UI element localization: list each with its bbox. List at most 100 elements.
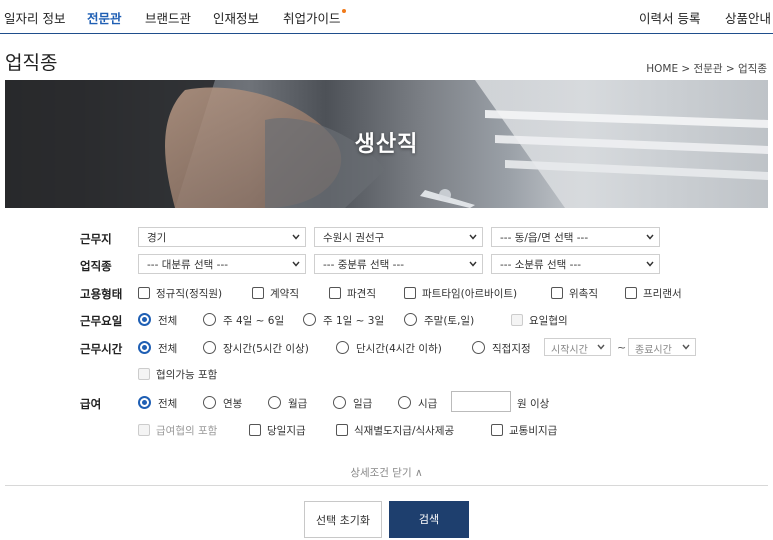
job-major-value: --- 대분류 선택 ---	[147, 259, 229, 271]
radio	[203, 313, 216, 326]
employment-option-parttime[interactable]: 파트타임(아르바이트)	[404, 286, 517, 301]
time-range-tilde: ~	[617, 341, 627, 354]
employment-option-label: 프리랜서	[643, 288, 682, 300]
work-hours-option-label: 단시간(4시간 이하)	[356, 343, 442, 355]
reset-button[interactable]: 선택 초기화	[304, 501, 382, 538]
meal-provided-checkbox[interactable]: 식재별도지급/식사제공	[336, 423, 454, 438]
salary-option-daily[interactable]: 일급	[333, 396, 372, 411]
hours-negotiable-label: 협의가능 포함	[156, 369, 218, 381]
banner-title: 생산직	[354, 132, 419, 157]
chevron-down-icon	[292, 234, 300, 240]
location-city-select[interactable]: 수원시 권선구	[314, 227, 483, 247]
employment-option-label: 위촉직	[569, 288, 598, 300]
end-time-value: 종료시간	[635, 345, 672, 356]
job-middle-value: --- 중분류 선택 ---	[323, 259, 405, 271]
radio	[303, 313, 316, 326]
nav-item-jobs[interactable]: 일자리 정보	[4, 8, 65, 27]
location-province-select[interactable]: 경기	[138, 227, 306, 247]
work-days-option-label: 주 1일 ~ 3일	[323, 315, 385, 327]
radio-selected	[138, 341, 151, 354]
job-major-select[interactable]: --- 대분류 선택 ---	[138, 254, 306, 274]
salary-amount-input[interactable]	[451, 391, 511, 412]
radio	[404, 313, 417, 326]
nav-item-resume[interactable]: 이력서 등록	[639, 8, 700, 27]
salary-option-label: 전체	[158, 398, 178, 410]
work-days-option-weekend[interactable]: 주말(토,일)	[404, 313, 474, 328]
location-label: 근무지	[80, 232, 112, 246]
salary-negotiable-checkbox[interactable]: 급여협의 포함	[138, 423, 217, 438]
employment-option-regular[interactable]: 정규직(정직원)	[138, 286, 222, 301]
radio-selected	[138, 313, 151, 326]
salary-option-annual[interactable]: 연봉	[203, 396, 242, 411]
checkbox	[138, 287, 150, 299]
employment-option-label: 정규직(정직원)	[156, 288, 223, 300]
employment-option-label: 파트타임(아르바이트)	[422, 288, 518, 300]
breadcrumb: HOME > 전문관 > 업직종	[646, 63, 767, 75]
work-days-option-4to6[interactable]: 주 4일 ~ 6일	[203, 313, 284, 328]
work-hours-option-all[interactable]: 전체	[138, 341, 177, 356]
work-days-option-1to3[interactable]: 주 1일 ~ 3일	[303, 313, 384, 328]
salary-negotiable-label: 급여협의 포함	[156, 425, 218, 437]
nav-item-products[interactable]: 상품안내	[725, 8, 771, 27]
checkbox	[138, 368, 150, 380]
new-dot-icon	[341, 9, 346, 13]
job-middle-select[interactable]: --- 중분류 선택 ---	[314, 254, 483, 274]
transport-pay-checkbox[interactable]: 교통비지급	[491, 423, 557, 438]
salary-option-label: 일급	[353, 398, 373, 410]
meal-provided-label: 식재별도지급/식사제공	[354, 425, 455, 437]
start-time-value: 시작시간	[551, 345, 588, 356]
search-button[interactable]: 검색	[389, 501, 469, 538]
checkbox	[404, 287, 416, 299]
radio	[203, 341, 216, 354]
radio-selected	[138, 396, 151, 409]
work-days-option-label: 주 4일 ~ 6일	[223, 315, 285, 327]
employment-option-freelancer[interactable]: 프리랜서	[625, 286, 682, 301]
salary-option-label: 연봉	[223, 398, 243, 410]
nav-item-talent[interactable]: 인재정보	[213, 8, 259, 27]
detail-toggle-button[interactable]: 상세조건 닫기 ∧	[0, 465, 773, 480]
employment-option-label: 계약직	[270, 288, 299, 300]
start-time-select[interactable]: 시작시간	[544, 338, 611, 356]
work-hours-option-label: 직접지정	[492, 343, 531, 355]
radio	[203, 396, 216, 409]
salary-option-hourly[interactable]: 시급	[398, 396, 437, 411]
employment-option-dispatch[interactable]: 파견직	[329, 286, 376, 301]
checkbox	[491, 424, 503, 436]
job-minor-value: --- 소분류 선택 ---	[500, 259, 582, 271]
location-dong-select[interactable]: --- 동/읍/면 선택 ---	[491, 227, 660, 247]
work-hours-option-short[interactable]: 단시간(4시간 이하)	[336, 341, 442, 356]
nav-item-guide[interactable]: 취업가이드	[283, 8, 346, 27]
work-days-label: 근무요일	[80, 314, 123, 328]
radio	[398, 396, 411, 409]
checkbox	[252, 287, 264, 299]
hours-negotiable-checkbox[interactable]: 협의가능 포함	[138, 367, 217, 382]
work-hours-option-label: 장시간(5시간 이상)	[223, 343, 309, 355]
employment-option-contract[interactable]: 계약직	[252, 286, 299, 301]
end-time-select[interactable]: 종료시간	[628, 338, 696, 356]
salary-option-all[interactable]: 전체	[138, 396, 177, 411]
checkbox	[249, 424, 261, 436]
employment-option-commission[interactable]: 위촉직	[551, 286, 598, 301]
work-days-negotiable-checkbox[interactable]: 요일협의	[511, 313, 568, 328]
radio	[268, 396, 281, 409]
chevron-down-icon	[682, 344, 690, 350]
radio	[336, 341, 349, 354]
salary-option-monthly[interactable]: 월급	[268, 396, 307, 411]
same-day-pay-checkbox[interactable]: 당일지급	[249, 423, 306, 438]
same-day-pay-label: 당일지급	[267, 425, 306, 437]
nav-item-specialty[interactable]: 전문관	[87, 8, 122, 27]
work-days-option-label: 전체	[158, 315, 178, 327]
nav-item-brand[interactable]: 브랜드관	[145, 8, 191, 27]
job-minor-select[interactable]: --- 소분류 선택 ---	[491, 254, 660, 274]
chevron-down-icon	[469, 234, 477, 240]
transport-pay-label: 교통비지급	[509, 425, 558, 437]
work-days-option-all[interactable]: 전체	[138, 313, 177, 328]
work-hours-option-long[interactable]: 장시간(5시간 이상)	[203, 341, 309, 356]
checkbox	[551, 287, 563, 299]
checkbox	[138, 424, 150, 436]
job-type-label: 업직종	[80, 259, 112, 273]
chevron-down-icon	[292, 261, 300, 267]
work-hours-option-custom[interactable]: 직접지정	[472, 341, 531, 356]
work-hours-option-label: 전체	[158, 343, 178, 355]
chevron-down-icon	[597, 344, 605, 350]
